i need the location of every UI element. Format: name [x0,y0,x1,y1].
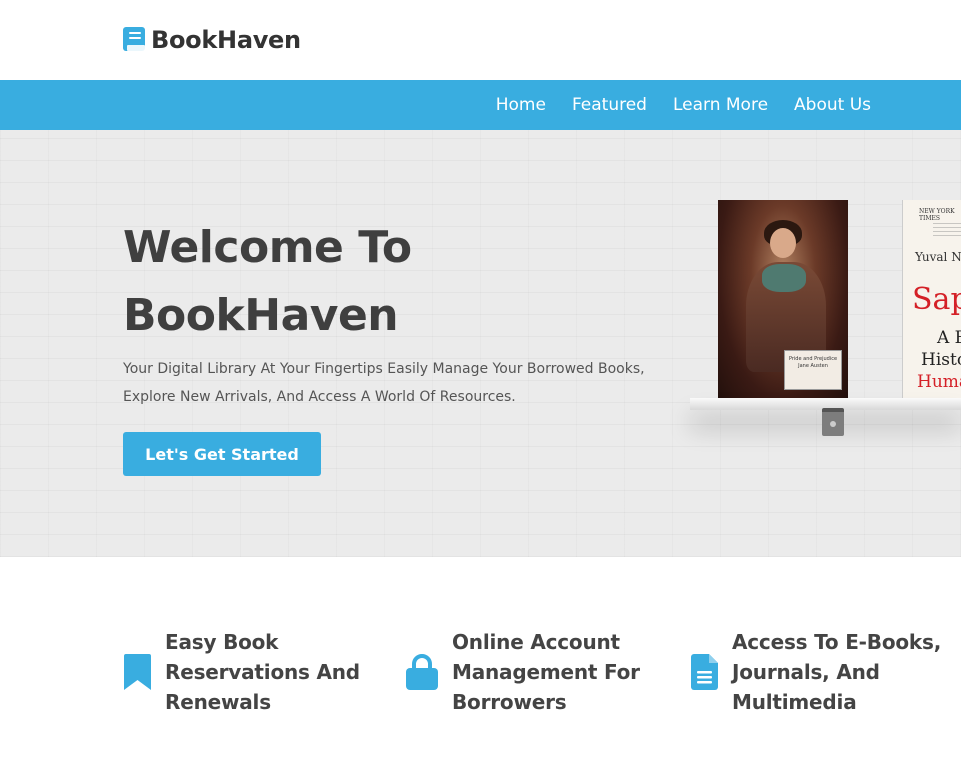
main-nav: Home Featured Learn More About Us [0,80,961,130]
hero-description-line2: Explore New Arrivals, And Access A World… [123,389,516,405]
nav-links: Home Featured Learn More About Us [496,80,871,130]
feature-ebooks-text: Access To E-Books, Journals, And Multime… [732,630,942,714]
nav-featured-link[interactable]: Featured [572,95,647,115]
feature-reservations-text: Easy Book Reservations And Renewals [165,630,360,714]
feature-account-management-text: Online Account Management For Borrowers [452,630,640,714]
bookshelf-illustration: Pride and Prejudice Jane Austen NEW YORK… [690,190,961,510]
get-started-button[interactable]: Let's Get Started [123,432,321,476]
hero-title: Welcome To BookHaven [123,214,643,350]
bookmark-icon [123,654,151,690]
features-section: Easy Book Reservations And Renewals Onli… [0,557,961,768]
book-cover-sapiens: NEW YORK TIMES Yuval Noah Harari Sapiens… [902,200,961,400]
feature-account-management: Online Account Management For Borrowers [406,627,640,717]
hero-section: Welcome To BookHaven Your Digital Librar… [0,130,961,557]
lock-icon [406,654,438,690]
nav-about-us-link[interactable]: About Us [794,95,871,115]
hero-title-line1: Welcome To [123,222,412,273]
feature-reservations: Easy Book Reservations And Renewals [123,627,360,717]
book-label: Pride and Prejudice Jane Austen [784,350,842,390]
nav-home-link[interactable]: Home [496,95,546,115]
document-icon [690,654,718,690]
feature-ebooks: Access To E-Books, Journals, And Multime… [690,627,941,717]
brand-name: BookHaven [151,26,301,54]
hero-title-line2: BookHaven [123,290,399,341]
book-cover-pride-and-prejudice: Pride and Prejudice Jane Austen [718,200,848,400]
book-icon [123,27,146,53]
hero-description-line1: Your Digital Library At Your Fingertips … [123,361,645,377]
nav-learn-more-link[interactable]: Learn More [673,95,768,115]
site-header: BookHaven [0,0,961,80]
brand-logo[interactable]: BookHaven [123,26,301,54]
hero-description: Your Digital Library At Your Fingertips … [123,355,663,411]
shelf-bracket [822,408,844,436]
